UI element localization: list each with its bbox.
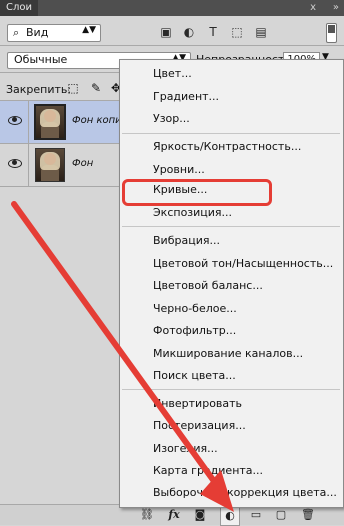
menu-item[interactable]: Цветовой тон/Насыщенность... (153, 255, 333, 273)
menu-item[interactable]: Поиск цвета... (153, 367, 236, 385)
menu-item[interactable]: Карта градиента... (153, 462, 263, 480)
menu-item[interactable]: Узор... (153, 110, 190, 128)
lock-label: Закрепить: (6, 83, 72, 96)
eye-icon[interactable] (8, 158, 22, 168)
search-icon: ⌕ (13, 26, 20, 39)
menu-item[interactable]: Вибрация... (153, 232, 220, 250)
menu-item[interactable]: Микширование каналов... (153, 345, 303, 363)
link-icon[interactable]: ⛓ (138, 506, 156, 524)
folder-icon[interactable]: ▭ (247, 506, 265, 524)
filter-toggle[interactable] (326, 23, 337, 43)
chevron-down-icon: ▲▼ (82, 25, 96, 35)
layer-thumbnail (35, 148, 65, 182)
adjustment-menu: Цвет... Градиент... Узор... Яркость/Конт… (119, 59, 344, 508)
eye-icon[interactable] (8, 115, 22, 125)
text-filter-icon[interactable]: T (205, 24, 221, 40)
menu-item[interactable]: Выборочная коррекция цвета... (153, 484, 337, 502)
menu-item[interactable]: Цвет... (153, 65, 192, 83)
divider (28, 101, 29, 143)
menu-divider (122, 389, 340, 390)
smart-object-filter-icon[interactable]: ▤ (253, 24, 269, 40)
fx-button[interactable]: fx (165, 506, 183, 524)
divider (28, 144, 29, 186)
panel-header: Слои x » (0, 0, 344, 16)
menu-item[interactable]: Черно-белое... (153, 300, 237, 318)
menu-divider (122, 133, 340, 134)
collapse-icon[interactable]: » (333, 0, 339, 16)
new-layer-icon[interactable]: ▢ (272, 506, 290, 524)
trash-icon[interactable]: 🗑 (299, 506, 317, 524)
menu-item[interactable]: Экспозиция... (153, 204, 232, 222)
tab-layers[interactable]: Слои (0, 0, 38, 16)
menu-item[interactable]: Уровни... (153, 161, 205, 179)
adjustment-filter-icon[interactable]: ◐ (181, 24, 197, 40)
layer-thumbnail (34, 104, 66, 140)
menu-item[interactable]: Постеризация... (153, 417, 246, 435)
filter-kind-select[interactable]: ⌕ Вид ▲▼ (7, 24, 101, 42)
mask-icon[interactable]: ◙ (191, 506, 209, 524)
layer-name[interactable]: Фон (72, 158, 93, 169)
menu-item[interactable]: Цветовой баланс... (153, 277, 263, 295)
menu-divider (122, 226, 340, 227)
menu-item[interactable]: Градиент... (153, 88, 219, 106)
lock-transparent-icon[interactable]: ⬚ (65, 80, 81, 96)
image-filter-icon[interactable]: ▣ (158, 24, 174, 40)
adjustment-layer-icon[interactable]: ◐ (220, 506, 240, 526)
menu-item[interactable]: Инвертировать (153, 395, 242, 413)
menu-item[interactable]: Фотофильтр... (153, 322, 236, 340)
brush-icon[interactable]: ✎ (88, 80, 104, 96)
blend-mode-label: Обычные (14, 53, 68, 66)
close-icon[interactable]: x (310, 0, 316, 16)
shape-filter-icon[interactable]: ⬚ (229, 24, 245, 40)
menu-item[interactable]: Яркость/Контрастность... (153, 138, 301, 156)
filter-kind-label: Вид (26, 26, 49, 39)
menu-item[interactable]: Изогелия... (153, 440, 218, 458)
divider (0, 45, 344, 46)
curves-highlight-frame (122, 179, 272, 206)
